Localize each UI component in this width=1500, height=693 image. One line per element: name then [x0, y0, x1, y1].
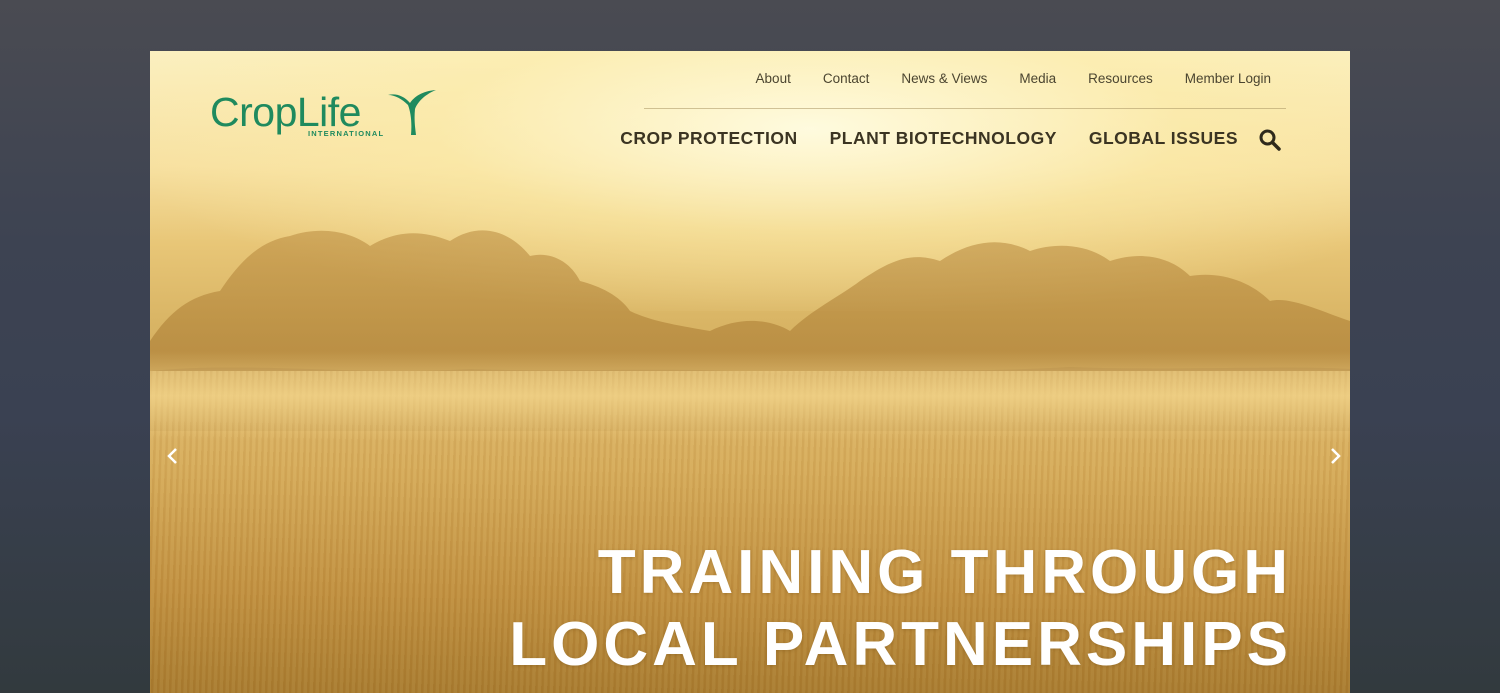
util-nav-member-login[interactable]: Member Login	[1153, 71, 1271, 86]
hero-headline-line-1: TRAINING THROUGH	[597, 538, 1292, 607]
util-nav-news-views[interactable]: News & Views	[869, 71, 987, 86]
sprout-icon	[388, 90, 436, 135]
croplife-logo[interactable]: CropLife INTERNATIONAL	[210, 87, 440, 139]
main-nav-global-issues[interactable]: GLOBAL ISSUES	[1057, 128, 1238, 149]
main-nav: CROP PROTECTION PLANT BIOTECHNOLOGY GLOB…	[588, 128, 1238, 149]
util-nav-media[interactable]: Media	[987, 71, 1056, 86]
util-nav-about[interactable]: About	[724, 71, 791, 86]
nav-divider	[644, 108, 1286, 109]
utility-nav: About Contact News & Views Media Resourc…	[724, 71, 1271, 86]
hero-frame: CropLife INTERNATIONAL About Contact New…	[150, 51, 1350, 693]
util-nav-resources[interactable]: Resources	[1056, 71, 1153, 86]
chevron-left-icon[interactable]	[166, 446, 180, 466]
hero-headline-line-2: LOCAL PARTNERSHIPS	[509, 610, 1292, 679]
hero-headline: TRAINING THROUGH LOCAL PARTNERSHIPS	[509, 537, 1292, 681]
main-nav-crop-protection[interactable]: CROP PROTECTION	[588, 128, 797, 149]
logo-subtitle: INTERNATIONAL	[308, 129, 385, 138]
search-icon[interactable]	[1258, 128, 1282, 152]
chevron-right-icon[interactable]	[1328, 446, 1342, 466]
util-nav-contact[interactable]: Contact	[791, 71, 870, 86]
main-nav-plant-biotechnology[interactable]: PLANT BIOTECHNOLOGY	[798, 128, 1057, 149]
field-haze	[150, 351, 1350, 441]
